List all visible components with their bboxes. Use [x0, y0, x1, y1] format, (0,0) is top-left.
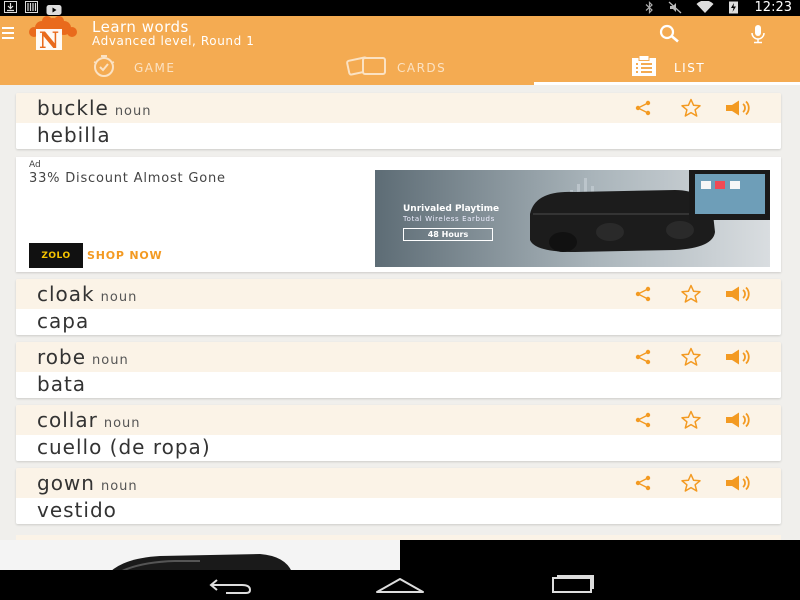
navigation-bar [0, 570, 800, 600]
back-icon[interactable] [205, 574, 255, 596]
part-of-speech: noun [100, 479, 138, 494]
translation-text: cuello (de ropa) [37, 435, 211, 459]
share-icon[interactable] [619, 409, 667, 431]
ad-image-subtitle: Total Wireless Earbuds [403, 215, 495, 223]
speaker-icon[interactable] [715, 409, 763, 431]
wifi-icon [696, 0, 714, 18]
battery-charging-icon [728, 0, 739, 18]
star-icon[interactable] [667, 409, 715, 431]
tab-game[interactable]: GAME [86, 51, 175, 85]
search-icon[interactable] [656, 24, 690, 44]
media-overlay[interactable] [0, 540, 800, 572]
word-card[interactable]: cloak noun capa [16, 279, 781, 335]
part-of-speech: noun [103, 416, 141, 431]
word-card[interactable]: collar noun cuello (de ropa) [16, 405, 781, 461]
word-card-header: robe noun [16, 342, 781, 372]
word-card-header: buckle noun [16, 93, 781, 123]
part-of-speech: noun [100, 290, 138, 305]
translation-text: capa [37, 309, 90, 333]
word-card-header: gown noun [16, 468, 781, 498]
word-card-header: collar noun [16, 405, 781, 435]
home-icon[interactable] [375, 574, 425, 596]
translation-text: vestido [37, 498, 117, 522]
app-logo[interactable]: N [20, 16, 86, 54]
bluetooth-icon [645, 0, 654, 18]
star-icon[interactable] [667, 97, 715, 119]
word-text: gown noun [37, 471, 138, 495]
ad-shop-now-link[interactable]: SHOP NOW [87, 249, 162, 262]
recent-apps-icon[interactable] [547, 574, 597, 596]
ad-tag: Ad [29, 160, 41, 170]
app-bar: N Learn words Advanced level, Round 1 [0, 16, 800, 54]
ad-image-title: Unrivaled Playtime [403, 204, 500, 214]
word-card[interactable]: buckle noun hebilla [16, 93, 781, 149]
star-icon[interactable] [667, 346, 715, 368]
status-bar: 12:23 [0, 0, 800, 16]
tab-label: CARDS [397, 61, 447, 75]
speaker-icon[interactable] [715, 97, 763, 119]
youtube-icon [46, 1, 62, 15]
translation-text: hebilla [37, 123, 111, 147]
stopwatch-icon [86, 54, 122, 82]
download-icon [4, 1, 17, 13]
media-thumbnail[interactable] [0, 540, 400, 572]
tab-bar: GAME CARDS LIST [0, 51, 800, 85]
tab-list[interactable]: LIST [630, 51, 705, 85]
star-icon[interactable] [667, 283, 715, 305]
clipboard-icon [630, 55, 658, 81]
word-text: buckle noun [37, 96, 152, 120]
word-text: cloak noun [37, 282, 138, 306]
menu-icon[interactable] [2, 27, 14, 42]
clock: 12:23 [754, 0, 792, 15]
tab-label: LIST [674, 61, 706, 75]
share-icon[interactable] [619, 346, 667, 368]
svg-text:N: N [39, 28, 59, 51]
word-text: collar noun [37, 408, 141, 432]
tab-label: GAME [134, 61, 176, 75]
library-icon [25, 1, 38, 13]
mute-icon [668, 0, 682, 18]
speaker-icon[interactable] [715, 346, 763, 368]
ad-brand-logo[interactable]: ZOLO [29, 243, 83, 268]
ad-banner[interactable]: Ad 33% Discount Almost Gone ZOLO SHOP NO… [16, 157, 781, 272]
microphone-icon[interactable] [749, 24, 767, 44]
speaker-icon[interactable] [715, 472, 763, 494]
part-of-speech: noun [92, 353, 129, 368]
word-text: robe noun [37, 345, 129, 369]
word-card[interactable]: gown noun vestido [16, 468, 781, 524]
share-icon[interactable] [619, 283, 667, 305]
tab-cards[interactable]: CARDS [345, 51, 446, 85]
word-card[interactable]: robe noun bata [16, 342, 781, 398]
word-list: buckle noun hebilla Ad 33% Discount Almos… [0, 85, 800, 540]
translation-text: bata [37, 372, 87, 396]
share-icon[interactable] [619, 472, 667, 494]
ad-image[interactable]: Unrivaled Playtime Total Wireless Earbud… [375, 170, 770, 267]
ad-image-badge: 48 Hours [403, 228, 493, 241]
star-icon[interactable] [667, 472, 715, 494]
cards-icon [345, 54, 387, 82]
speaker-icon[interactable] [715, 283, 763, 305]
ad-headline[interactable]: 33% Discount Almost Gone [29, 171, 226, 186]
word-card-header: cloak noun [16, 279, 781, 309]
app-subtitle: Advanced level, Round 1 [92, 34, 255, 48]
part-of-speech: noun [114, 104, 152, 119]
share-icon[interactable] [619, 97, 667, 119]
